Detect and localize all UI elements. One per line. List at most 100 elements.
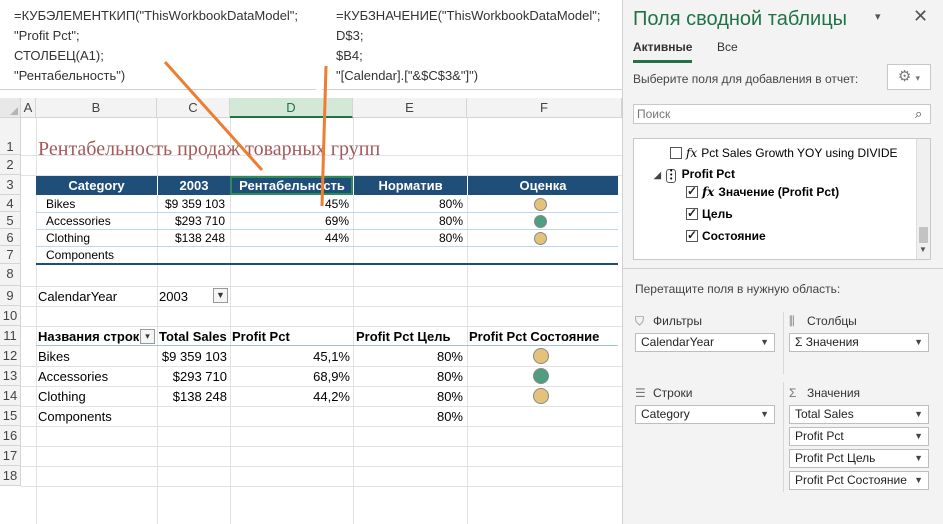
row-header-16[interactable]: 16 xyxy=(0,426,21,446)
area-filters[interactable]: ⛉ Фильтры CalendarYear ▼ xyxy=(635,312,775,352)
pivot-cell-pct[interactable]: 45,1% xyxy=(230,348,350,365)
field-item-kpi-status[interactable]: Состояние xyxy=(686,228,766,243)
pivot-cell-goal[interactable]: 80% xyxy=(353,388,463,405)
row-header-2[interactable]: 2 xyxy=(0,155,21,175)
chevron-down-icon[interactable]: ▼ xyxy=(760,406,769,423)
gear-icon[interactable]: ⚙ ▾ xyxy=(887,64,931,90)
area-field-chip[interactable]: Total Sales ▼ xyxy=(789,405,929,424)
row-header-10[interactable]: 10 xyxy=(0,306,21,326)
area-field-chip[interactable]: Category ▼ xyxy=(635,405,775,424)
row-header-1[interactable]: 1 xyxy=(0,118,21,155)
pivot-filter-value[interactable]: 2003 xyxy=(159,288,188,305)
pivot-cell-goal[interactable]: 80% xyxy=(353,368,463,385)
row-labels-dropdown-icon[interactable]: ▾ xyxy=(140,329,155,344)
chevron-down-icon[interactable]: ▼ xyxy=(914,334,923,351)
row-header-9[interactable]: 9 xyxy=(0,286,21,306)
pivot-header-profit-pct[interactable]: Profit Pct xyxy=(230,328,353,346)
row-header-7[interactable]: 7 xyxy=(0,246,21,264)
tab-all[interactable]: Все xyxy=(717,40,738,54)
pivot-cell-sales[interactable]: $9 359 103 xyxy=(157,348,227,365)
column-header-c[interactable]: C xyxy=(157,98,230,118)
pivot-row-label[interactable]: Components xyxy=(38,408,112,425)
pivot-cell-sales[interactable]: $138 248 xyxy=(157,388,227,405)
row-header-4[interactable]: 4 xyxy=(0,195,21,212)
field-item-kpi-value[interactable]: fxЗначение (Profit Pct) xyxy=(686,184,839,199)
field-list[interactable]: fx Pct Sales Growth YOY using DIVIDE ◢ • •… xyxy=(633,138,931,260)
chevron-down-icon[interactable]: ▼ xyxy=(914,472,923,489)
cube-header-norm[interactable]: Норматив xyxy=(353,176,467,195)
cube-cell-norm[interactable]: 80% xyxy=(353,213,463,230)
area-field-chip[interactable]: Σ Значения ▼ xyxy=(789,333,929,352)
pane-options-dropdown-icon[interactable]: ▾ xyxy=(875,10,881,23)
column-header-a[interactable]: A xyxy=(21,98,36,118)
field-checkbox[interactable] xyxy=(686,206,698,220)
pivot-header-row-labels[interactable]: Названия строк xyxy=(36,328,157,346)
cube-cell-norm[interactable]: 80% xyxy=(353,230,463,247)
pivot-header-profit-goal[interactable]: Profit Pct Цель xyxy=(353,328,467,346)
column-header-d[interactable]: D xyxy=(230,98,353,118)
cube-cell-sales[interactable]: $9 359 103 xyxy=(157,196,225,213)
cube-cell-category[interactable]: Clothing xyxy=(46,230,90,247)
pivot-cell-goal[interactable]: 80% xyxy=(353,348,463,365)
pivot-filter-label[interactable]: CalendarYear xyxy=(38,288,117,305)
cube-cell-pct[interactable]: 44% xyxy=(230,230,349,247)
scrollbar-thumb[interactable] xyxy=(919,227,928,243)
cube-cell-pct[interactable]: 45% xyxy=(230,196,349,213)
cube-cell-pct[interactable]: 69% xyxy=(230,213,349,230)
row-header-8[interactable]: 8 xyxy=(0,264,21,286)
pivot-cell-goal[interactable]: 80% xyxy=(353,408,463,425)
pivot-row-label[interactable]: Clothing xyxy=(38,388,86,405)
row-header-12[interactable]: 12 xyxy=(0,346,21,366)
field-search-input[interactable] xyxy=(633,104,931,124)
pivot-header-total-sales[interactable]: Total Sales xyxy=(157,328,230,346)
scroll-down-icon[interactable]: ▼ xyxy=(919,245,927,254)
area-values[interactable]: Σ Значения Total Sales ▼ Profit Pct ▼ Profi… xyxy=(789,384,929,490)
cube-header-year[interactable]: 2003 xyxy=(157,176,230,195)
area-columns[interactable]: ⫼ Столбцы Σ Значения ▼ xyxy=(789,312,929,352)
pivot-cell-pct[interactable]: 44,2% xyxy=(230,388,350,405)
cube-cell-category[interactable]: Accessories xyxy=(46,213,111,230)
cube-header-profitability[interactable]: Рентабельность xyxy=(230,176,353,195)
area-rows[interactable]: ☰ Строки Category ▼ xyxy=(635,384,775,424)
column-header-e[interactable]: E xyxy=(353,98,467,118)
row-header-17[interactable]: 17 xyxy=(0,446,21,466)
cube-cell-sales[interactable]: $293 710 xyxy=(157,213,225,230)
pivot-header-profit-status[interactable]: Profit Pct Состояние xyxy=(467,328,618,346)
search-icon[interactable]: ⌕ xyxy=(915,106,922,122)
close-icon[interactable]: ✕ xyxy=(913,6,928,27)
chevron-down-icon[interactable]: ▼ xyxy=(914,406,923,423)
cube-cell-category[interactable]: Bikes xyxy=(46,196,75,213)
row-header-18[interactable]: 18 xyxy=(0,466,21,486)
chevron-down-icon[interactable]: ▼ xyxy=(760,334,769,351)
cube-cell-norm[interactable]: 80% xyxy=(353,196,463,213)
field-item-kpi-goal[interactable]: Цель xyxy=(686,206,733,221)
expand-collapse-icon[interactable]: ◢ xyxy=(654,170,661,180)
cube-header-category[interactable]: Category xyxy=(36,176,157,195)
row-header-6[interactable]: 6 xyxy=(0,229,21,246)
filter-icon[interactable]: ▼ xyxy=(213,288,228,303)
field-checkbox[interactable] xyxy=(686,184,698,198)
area-field-chip[interactable]: Profit Pct Цель ▼ xyxy=(789,449,929,468)
sheet-title[interactable]: Рентабельность продаж товарных групп xyxy=(38,138,380,161)
area-field-chip[interactable]: Profit Pct Состояние ▼ xyxy=(789,471,929,490)
pivot-row-label[interactable]: Accessories xyxy=(38,368,108,385)
field-item-growth[interactable]: fx Pct Sales Growth YOY using DIVIDE xyxy=(670,146,898,160)
chevron-down-icon[interactable]: ▼ xyxy=(914,450,923,467)
cube-cell-category[interactable]: Components xyxy=(46,247,114,264)
pivot-cell-sales[interactable]: $293 710 xyxy=(157,368,227,385)
area-field-chip[interactable]: CalendarYear ▼ xyxy=(635,333,775,352)
row-header-14[interactable]: 14 xyxy=(0,386,21,406)
row-header-11[interactable]: 11 xyxy=(0,326,21,346)
kpi-group-profit-pct[interactable]: ◢ • • • Profit Pct xyxy=(654,167,735,183)
select-all-corner[interactable] xyxy=(0,98,21,118)
area-field-chip[interactable]: Profit Pct ▼ xyxy=(789,427,929,446)
worksheet-grid[interactable]: A B C D E F 1 2 3 4 5 6 7 8 9 10 11 12 1… xyxy=(0,98,622,524)
tab-active[interactable]: Активные xyxy=(633,40,693,63)
row-header-3[interactable]: 3 xyxy=(0,175,21,195)
field-list-scrollbar[interactable]: ▼ xyxy=(916,139,930,259)
row-header-5[interactable]: 5 xyxy=(0,212,21,229)
row-header-13[interactable]: 13 xyxy=(0,366,21,386)
column-header-b[interactable]: B xyxy=(36,98,157,118)
column-header-f[interactable]: F xyxy=(467,98,622,118)
cube-header-rating[interactable]: Оценка xyxy=(467,176,618,195)
